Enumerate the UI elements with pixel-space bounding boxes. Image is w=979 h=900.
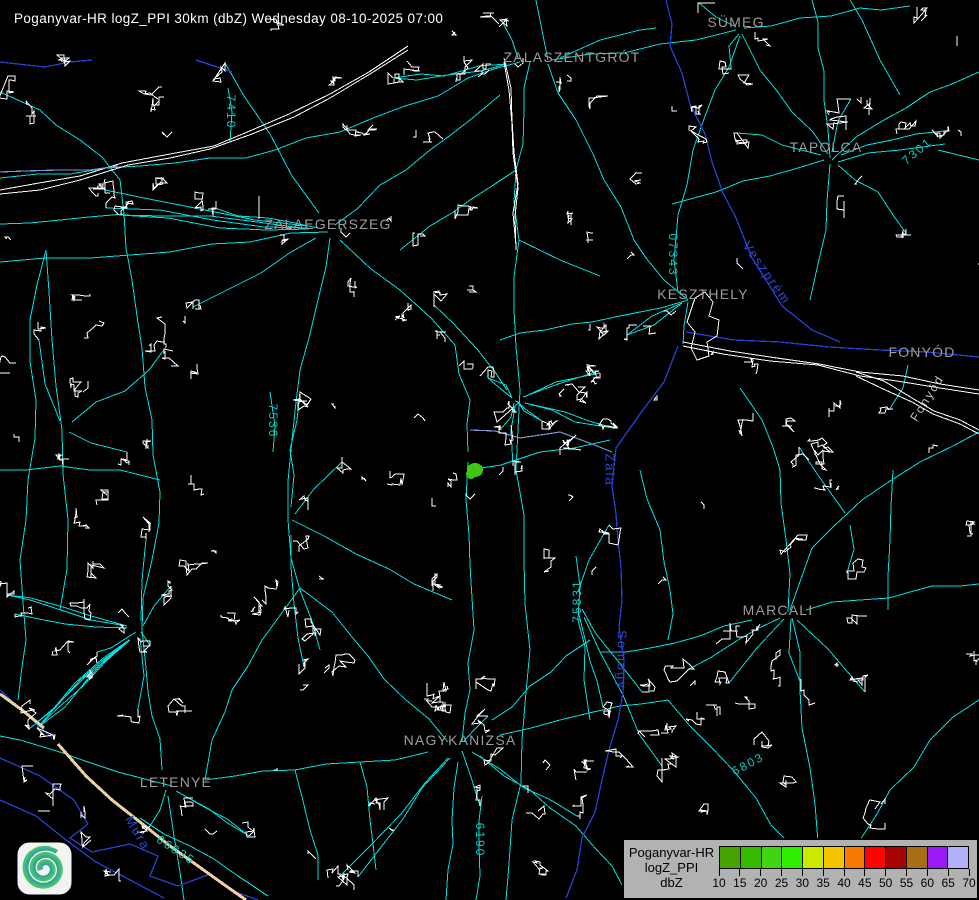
legend-tick-value: 35 (816, 876, 829, 890)
legend-tick-value: 60 (921, 876, 934, 890)
legend-unit: dbZ (624, 875, 719, 890)
legend-tick-mark (906, 869, 907, 876)
legend-text-block: Poganyvar-HR logZ_PPI dbZ (624, 845, 719, 890)
legend-tick-value: 45 (858, 876, 871, 890)
legend-tick-value: 40 (837, 876, 850, 890)
legend-tick-mark (948, 869, 949, 876)
legend-tick-value: 30 (796, 876, 809, 890)
legend-color-cell (781, 847, 802, 868)
legend-tick-mark (927, 869, 928, 876)
legend-tick-value: 20 (754, 876, 767, 890)
legend-tick-mark (739, 869, 740, 876)
legend-tick-value: 50 (879, 876, 892, 890)
legend-color-cell (823, 847, 844, 868)
legend-tick-mark (864, 869, 865, 876)
legend-tick-mark (719, 869, 720, 876)
legend-tick-mark (885, 869, 886, 876)
legend-color-cell (864, 847, 885, 868)
legend-tick-mark (844, 869, 845, 876)
legend-color-cell (844, 847, 865, 868)
map-title: Poganyvar-HR logZ_PPI 30km (dbZ) Wednesd… (14, 11, 443, 26)
legend-color-cell (740, 847, 761, 868)
legend-tick-value: 25 (775, 876, 788, 890)
legend-color-cell (885, 847, 906, 868)
legend-tick-value: 55 (900, 876, 913, 890)
legend-color-cell (802, 847, 823, 868)
legend-color-cell (720, 847, 740, 868)
legend-tick-mark (802, 869, 803, 876)
radar-echo (466, 463, 483, 479)
legend-tick-value: 65 (941, 876, 954, 890)
legend-tick-value: 10 (712, 876, 725, 890)
legend-color-bar (719, 846, 969, 869)
legend-tick-value: 15 (733, 876, 746, 890)
radar-app-spiral-logo (17, 842, 72, 895)
legend-tick-mark (760, 869, 761, 876)
legend-color-cell (947, 847, 968, 868)
legend-tick-value: 70 (962, 876, 975, 890)
legend-station: Poganyvar-HR (624, 845, 719, 860)
legend-panel: Poganyvar-HR logZ_PPI dbZ 10 15 20 25 30 35 40… (622, 838, 979, 900)
legend-tick-mark (969, 869, 970, 876)
legend-color-cell (906, 847, 927, 868)
legend-product: logZ_PPI (624, 860, 719, 875)
legend-color-cell (927, 847, 948, 868)
legend-tick-mark (823, 869, 824, 876)
radar-map (0, 0, 979, 900)
legend-tick-mark (781, 869, 782, 876)
legend-color-cell (761, 847, 782, 868)
